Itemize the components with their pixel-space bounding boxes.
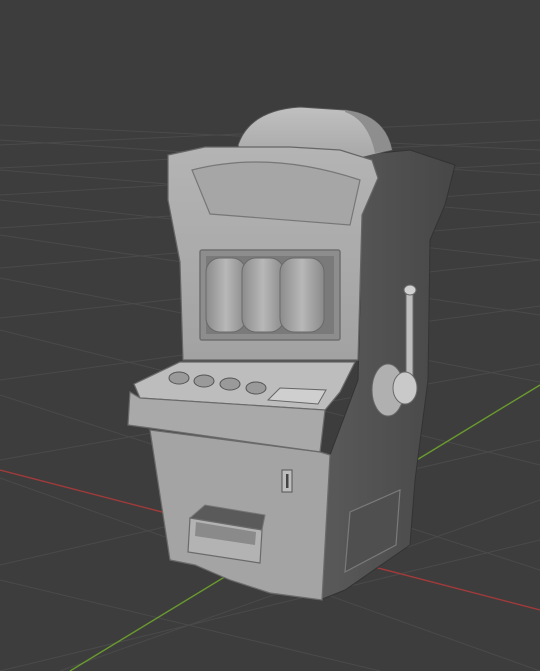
reels — [205, 257, 325, 333]
reel-1 — [205, 257, 247, 333]
button-4[interactable] — [245, 381, 267, 395]
lever-hub — [392, 371, 418, 405]
reel-3 — [279, 257, 325, 333]
reel-2 — [241, 257, 285, 333]
coin-slot-hole — [286, 474, 289, 488]
button-2[interactable] — [193, 374, 215, 388]
slot-machine-model[interactable] — [127, 106, 456, 601]
lever-arm — [405, 291, 414, 381]
lever-knob[interactable] — [403, 284, 417, 296]
coin-tray — [187, 504, 266, 564]
button-1[interactable] — [168, 371, 190, 385]
button-3[interactable] — [219, 377, 241, 391]
3d-viewport[interactable] — [0, 0, 540, 671]
